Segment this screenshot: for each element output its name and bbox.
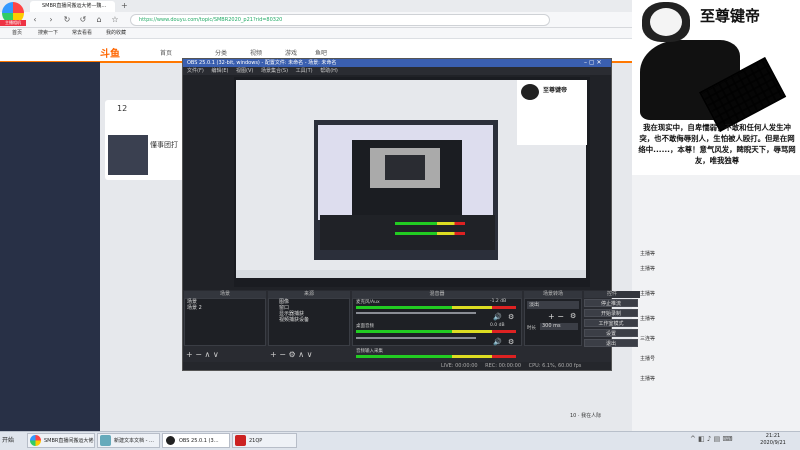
sources-dock-header: 来源 xyxy=(268,291,350,298)
undo-icon[interactable]: ↺ xyxy=(78,15,88,25)
gear-icon[interactable]: ⚙ xyxy=(508,338,514,346)
meme-caption: 我在现实中，自卑懦弱，不敢和任何人发生冲突，也不敢侮辱别人，生怕被人殴打。但是在… xyxy=(638,123,796,165)
system-tray-icons[interactable]: ^ ◧ ♪ ▤ ⌨ xyxy=(690,435,745,445)
site-nav-fishbar[interactable]: 鱼吧 xyxy=(315,48,327,57)
site-logo[interactable]: 斗鱼 xyxy=(100,45,120,60)
home-icon[interactable]: ⌂ xyxy=(94,15,104,25)
room-thumbnail[interactable] xyxy=(108,135,148,175)
start-button[interactable]: 开始 xyxy=(2,433,24,448)
duration-label: 时长 xyxy=(527,326,536,331)
clock-date: 2020/9/21 xyxy=(760,440,786,446)
taskbar-clock[interactable]: 21:21 2020/9/21 xyxy=(750,433,796,447)
scene-add-remove-icon[interactable]: + − ∧ ∨ xyxy=(186,350,219,359)
gear-icon[interactable]: ⚙ xyxy=(570,312,576,320)
mixer-channel-db: 0.0 dB xyxy=(490,323,505,328)
bookmarks-bar xyxy=(0,28,632,39)
nested-meter xyxy=(395,222,465,225)
sidebar-text[interactable]: 三连等 xyxy=(640,335,655,342)
obs-titlebar[interactable]: OBS 25.0.1 (32-bit, windows) - 配置文件: 未命名… xyxy=(183,59,611,67)
add-transition-button[interactable]: + − xyxy=(548,312,564,321)
controls-dock-header: 控件 xyxy=(584,291,640,298)
address-bar[interactable]: https://www.douyu.com/topic/SMBR2020_p21… xyxy=(130,14,550,26)
speaker-icon[interactable]: 🔊 xyxy=(493,313,502,321)
mixer-channel-name: 音频输入采集 xyxy=(356,349,383,354)
gear-icon[interactable]: ⚙ xyxy=(508,313,514,321)
meme-panda-face-inner xyxy=(650,8,682,36)
new-tab-icon[interactable]: + xyxy=(121,1,128,10)
exit-button[interactable]: 退出 xyxy=(584,339,638,347)
cpu-status: CPU: 6.1%, 60.00 fps xyxy=(528,363,582,369)
obs-menubar: 文件(F) 编辑(E) 视图(V) 场景集合(S) 工具(T) 帮助(H) xyxy=(183,67,611,75)
volume-meter xyxy=(356,330,516,333)
duration-input[interactable]: 300 ms xyxy=(540,323,578,330)
room-number: 12 xyxy=(117,104,128,113)
bookmark-item[interactable]: 我的收藏 xyxy=(106,29,126,38)
refresh-icon[interactable]: ↻ xyxy=(62,15,72,25)
bookmark-item[interactable]: 常去看看 xyxy=(72,29,92,38)
live-status: LIVE: 00:00:00 xyxy=(441,363,478,369)
transitions-dock-header: 场景转场 xyxy=(524,291,582,298)
mixer-channel-name: 麦克风/Aux xyxy=(356,300,380,305)
stop-streaming-button[interactable]: 停止推流 xyxy=(584,299,638,307)
mixer-channel-db: -1.2 dB xyxy=(490,299,507,304)
menu-tools[interactable]: 工具(T) xyxy=(296,68,313,74)
volume-meter xyxy=(356,355,516,358)
meme-title: 至尊键帝 xyxy=(700,7,761,25)
browser-icon xyxy=(30,435,41,446)
volume-meter xyxy=(356,306,516,309)
bookmark-item[interactable]: 首页 xyxy=(12,29,22,38)
settings-button[interactable]: 设置 xyxy=(584,329,638,337)
menu-help[interactable]: 帮助(H) xyxy=(320,68,338,74)
sidebar-text[interactable]: 主播等 xyxy=(640,375,655,382)
sidebar-text[interactable]: 主播号 xyxy=(640,355,655,362)
nested-meme-title: 至尊键帝 xyxy=(543,87,568,94)
sidebar-text[interactable]: 主播等 xyxy=(640,290,655,297)
studio-mode-button[interactable]: 工作室模式 xyxy=(584,319,638,327)
volume-slider[interactable] xyxy=(356,312,476,314)
scenes-list[interactable]: 场景 场景 2 xyxy=(184,298,266,346)
nested-taskbar xyxy=(236,270,586,278)
app-icon xyxy=(235,435,246,446)
transition-select[interactable]: 淡出 xyxy=(527,301,579,309)
sidebar-text[interactable]: 主播等 xyxy=(640,250,655,257)
rec-status: REC: 00:00:00 xyxy=(485,363,522,369)
menu-view[interactable]: 视图(V) xyxy=(236,68,253,74)
notepad-icon xyxy=(100,435,111,446)
sources-list[interactable]: 图像 窗口 显示器捕获 视频捕获设备 xyxy=(268,298,350,346)
forward-icon[interactable]: › xyxy=(46,15,56,25)
bookmark-item[interactable]: 搜索一下 xyxy=(38,29,58,38)
mixer-channel-name: 桌面音频 xyxy=(356,324,374,329)
back-icon[interactable]: ‹ xyxy=(30,15,40,25)
nested-meter xyxy=(395,232,465,235)
site-nav-video[interactable]: 视频 xyxy=(250,48,262,57)
scene-item[interactable]: 场景 2 xyxy=(185,305,265,311)
sidebar-text[interactable]: 主播等 xyxy=(640,265,655,272)
start-recording-button[interactable]: 开始录制 xyxy=(584,309,638,317)
site-nav-category[interactable]: 分类 xyxy=(215,48,227,57)
browser-tab[interactable]: SMBR直播间搬运大佬—魏… xyxy=(30,1,115,12)
sidebar-text[interactable]: 主播等 xyxy=(640,315,655,322)
nested-obs-window-2 xyxy=(385,155,425,180)
obs-statusbar: LIVE: 00:00:00 REC: 00:00:00 CPU: 6.1%, … xyxy=(183,362,611,370)
clock-time: 21:21 xyxy=(765,433,781,439)
menu-scene-collection[interactable]: 场景集合(S) xyxy=(261,68,288,74)
menu-file[interactable]: 文件(F) xyxy=(187,68,204,74)
source-item[interactable]: 视频捕获设备 xyxy=(269,317,349,323)
speaker-icon[interactable]: 🔊 xyxy=(493,338,502,346)
site-nav-games[interactable]: 游戏 xyxy=(285,48,297,57)
site-nav-home[interactable]: 首页 xyxy=(160,48,172,57)
scenes-dock-header: 场景 xyxy=(184,291,266,298)
source-add-remove-icon[interactable]: + − ⚙ ∧ ∨ xyxy=(270,350,312,359)
obs-icon xyxy=(165,435,176,446)
room-title[interactable]: 懂事团打 xyxy=(150,140,178,150)
menu-edit[interactable]: 编辑(E) xyxy=(211,68,228,74)
nested-meme-face xyxy=(521,84,539,100)
browser-logo-label: 主播相机 xyxy=(0,20,26,26)
site-left-background xyxy=(0,62,100,431)
window-controls[interactable]: – ▢ ✕ xyxy=(584,59,610,67)
volume-slider[interactable] xyxy=(356,337,476,339)
star-icon[interactable]: ☆ xyxy=(110,15,120,25)
mixer-dock-header: 混音器 xyxy=(352,291,522,298)
bottom-text: 10 · 我在人际 xyxy=(570,413,602,419)
